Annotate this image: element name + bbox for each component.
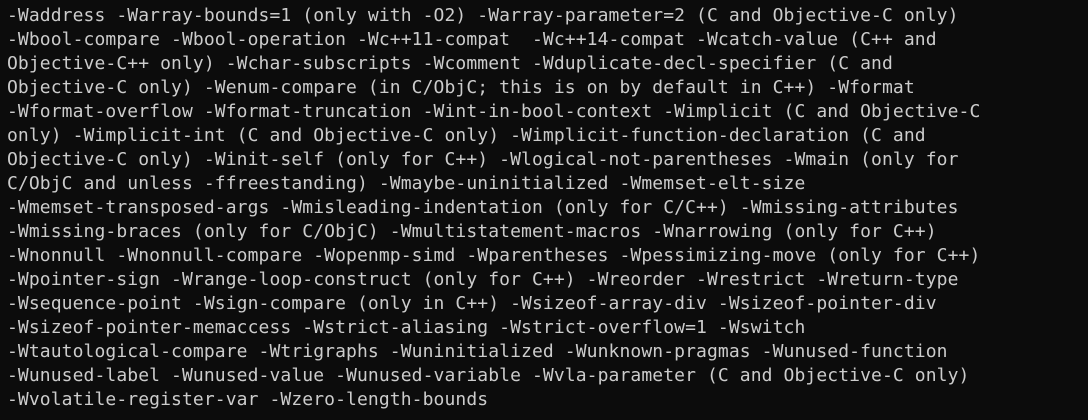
terminal-line: -Wmemset-transposed-args -Wmisleading-in… bbox=[7, 197, 959, 218]
terminal-line: -Waddress -Warray-bounds=1 (only with -O… bbox=[7, 5, 959, 26]
terminal-line: -Wtautological-compare -Wtrigraphs -Wuni… bbox=[7, 341, 948, 362]
terminal-line: -Wsizeof-pointer-memaccess -Wstrict-alia… bbox=[7, 317, 806, 338]
terminal-line: -Wmissing-braces (only for C/ObjC) -Wmul… bbox=[7, 221, 937, 242]
terminal-output[interactable]: -Waddress -Warray-bounds=1 (only with -O… bbox=[0, 0, 1088, 420]
terminal-line: -Wsequence-point -Wsign-compare (only in… bbox=[7, 293, 937, 314]
terminal-line: C/ObjC and unless -ffreestanding) -Wmayb… bbox=[7, 173, 806, 194]
terminal-line: Objective-C++ only) -Wchar-subscripts -W… bbox=[7, 53, 893, 74]
terminal-line: -Wunused-label -Wunused-value -Wunused-v… bbox=[7, 365, 970, 386]
terminal-line: -Wvolatile-register-var -Wzero-length-bo… bbox=[7, 389, 489, 410]
terminal-line: Objective-C only) -Winit-self (only for … bbox=[7, 149, 959, 170]
terminal-line: -Wformat-overflow -Wformat-truncation -W… bbox=[7, 101, 981, 122]
terminal-line: Objective-C only) -Wenum-compare (in C/O… bbox=[7, 77, 915, 98]
terminal-line: -Wbool-compare -Wbool-operation -Wc++11-… bbox=[7, 29, 937, 50]
terminal-line: only) -Wimplicit-int (C and Objective-C … bbox=[7, 125, 926, 146]
terminal-line: -Wpointer-sign -Wrange-loop-construct (o… bbox=[7, 269, 959, 290]
terminal-line: -Wnonnull -Wnonnull-compare -Wopenmp-sim… bbox=[7, 245, 981, 266]
